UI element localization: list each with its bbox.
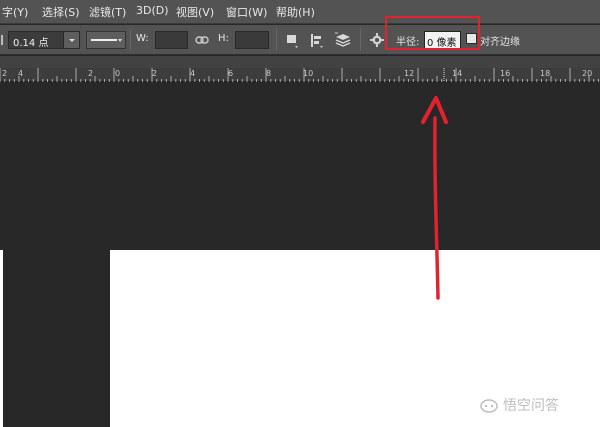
width-label: W:	[136, 33, 149, 44]
path-alignment-icon[interactable]	[309, 33, 325, 49]
stroke-line-icon	[91, 39, 117, 41]
menu-type[interactable]: 字(Y)	[2, 4, 28, 20]
menu-filter[interactable]: 滤镜(T)	[89, 4, 126, 20]
height-label: H:	[218, 33, 229, 44]
menu-select[interactable]: 选择(S)	[42, 4, 80, 20]
stroke-type-icon	[1, 35, 3, 45]
ruler-tick-label: 14	[452, 69, 463, 78]
path-arrangement-icon[interactable]	[334, 32, 352, 49]
menu-bar: 字(Y) 选择(S) 滤镜(T) 3D(D) 视图(V) 窗口(W) 帮助(H)	[0, 0, 600, 24]
divider	[130, 29, 131, 51]
horizontal-ruler: 2 4 2 0 2 4 6 8 10 12 14 16 18 20	[0, 68, 600, 82]
ruler-tick-label: 12	[404, 69, 415, 78]
annotation-highlight-box	[385, 16, 480, 50]
options-bar: 0.14 点 W: H: 半径: 对齐边缘	[0, 25, 600, 55]
align-edges-label: 对齐边缘	[480, 37, 520, 48]
divider	[276, 29, 277, 51]
stroke-width-field[interactable]: 0.14 点	[8, 31, 80, 49]
document-edge	[0, 250, 3, 427]
ruler-tick-label: 10	[303, 69, 314, 78]
stroke-width-value: 0.14 点	[13, 38, 49, 49]
ruler-tick-label: 18	[540, 69, 551, 78]
menu-help[interactable]: 帮助(H)	[276, 4, 315, 20]
ruler-tick-label: 2	[2, 69, 8, 78]
ruler-tick-label: 8	[266, 69, 272, 78]
ruler-tick-label: 4	[190, 69, 196, 78]
menu-window[interactable]: 窗口(W)	[226, 4, 267, 20]
stroke-style-dropdown[interactable]	[86, 31, 126, 49]
chevron-down-icon	[118, 39, 122, 42]
menu-view[interactable]: 视图(V)	[176, 4, 214, 20]
ruler-tick-label: 16	[500, 69, 511, 78]
watermark-text: 悟空问答	[503, 398, 559, 414]
ruler-tick-label: 20	[582, 69, 593, 78]
path-operations-icon[interactable]	[285, 33, 301, 49]
gear-icon[interactable]	[370, 33, 384, 47]
ruler-tick-label: 2	[88, 69, 94, 78]
watermark-logo-icon	[480, 399, 498, 413]
stroke-width-dropdown-button[interactable]	[63, 32, 79, 48]
width-input[interactable]	[155, 31, 188, 49]
ruler-tick-label: 2	[152, 69, 158, 78]
tab-strip-area	[0, 56, 600, 68]
link-icon[interactable]	[195, 34, 209, 46]
ruler-tick-label: 0	[115, 69, 121, 78]
ruler-tick-label: 6	[228, 69, 234, 78]
menu-3d[interactable]: 3D(D)	[136, 4, 169, 17]
ruler-tick-label: 4	[18, 69, 24, 78]
height-input[interactable]	[235, 31, 269, 49]
divider	[360, 29, 361, 51]
